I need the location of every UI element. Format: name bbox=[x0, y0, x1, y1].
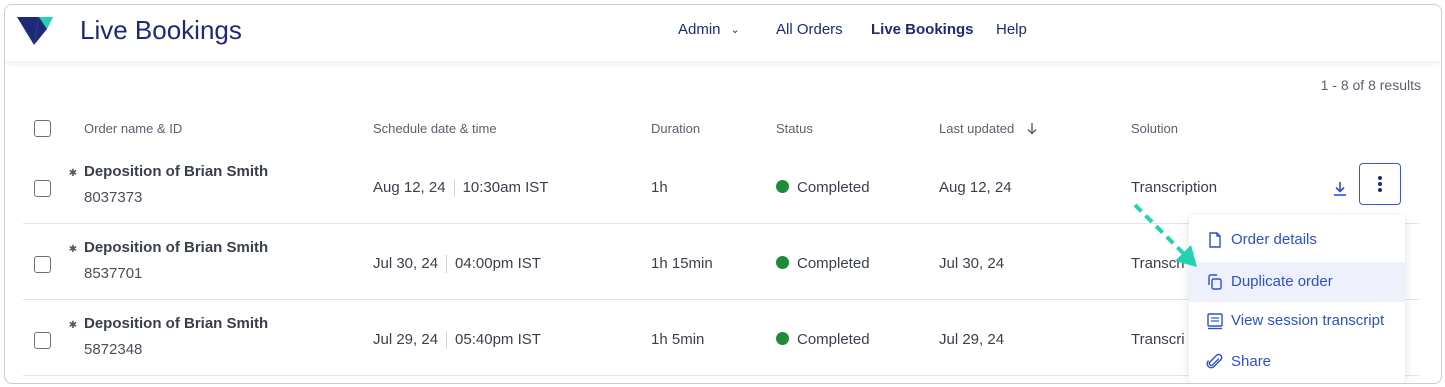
menu-item-duplicate-order[interactable]: Duplicate order bbox=[1189, 262, 1405, 302]
column-header-schedule[interactable]: Schedule date & time bbox=[373, 121, 497, 136]
schedule-cell: Jul 30, 24 04:00pm IST bbox=[373, 255, 541, 274]
row-checkbox[interactable] bbox=[34, 180, 51, 197]
order-name-cell: ✱ Deposition of Brian Smith bbox=[65, 239, 268, 256]
menu-item-label: Share bbox=[1231, 353, 1272, 370]
row-checkbox[interactable] bbox=[34, 332, 51, 349]
column-header-duration[interactable]: Duration bbox=[651, 121, 700, 136]
schedule-date: Jul 29, 24 bbox=[373, 331, 439, 348]
status-label: Completed bbox=[797, 255, 870, 272]
nav-all-orders[interactable]: All Orders bbox=[776, 19, 843, 41]
order-name-cell: ✱ Deposition of Brian Smith bbox=[65, 163, 268, 180]
nav-live-bookings[interactable]: Live Bookings bbox=[871, 19, 974, 41]
menu-item-label: View session transcript bbox=[1231, 312, 1385, 329]
divider bbox=[446, 255, 448, 274]
order-name[interactable]: Deposition of Brian Smith bbox=[84, 239, 268, 256]
column-header-solution[interactable]: Solution bbox=[1131, 121, 1178, 136]
brand-logo[interactable] bbox=[17, 15, 55, 47]
nav-admin[interactable]: Admin ⌄ bbox=[678, 19, 740, 41]
schedule-cell: Aug 12, 24 10:30am IST bbox=[373, 179, 549, 198]
live-session-icon: ✱ bbox=[68, 168, 78, 179]
menu-item-view-session-transcript[interactable]: View session transcript bbox=[1189, 301, 1405, 341]
order-name[interactable]: Deposition of Brian Smith bbox=[84, 163, 268, 180]
schedule-time: 05:40pm IST bbox=[455, 331, 541, 348]
kebab-dot bbox=[1378, 188, 1382, 192]
duration: 1h 5min bbox=[651, 331, 705, 348]
live-session-icon: ✱ bbox=[68, 320, 78, 331]
schedule-cell: Jul 29, 24 05:40pm IST bbox=[373, 331, 541, 350]
last-updated: Aug 12, 24 bbox=[939, 179, 1012, 196]
order-id: 8037373 bbox=[84, 189, 143, 206]
schedule-date: Jul 30, 24 bbox=[373, 255, 439, 272]
status-label: Completed bbox=[797, 331, 870, 348]
last-updated: Jul 30, 24 bbox=[939, 255, 1005, 272]
menu-item-share[interactable]: Share bbox=[1189, 342, 1405, 382]
column-header-last-updated-label: Last updated bbox=[939, 121, 1015, 136]
column-header-last-updated[interactable]: Last updated bbox=[939, 121, 1038, 136]
nav-admin-label: Admin bbox=[678, 21, 721, 38]
app-window: Live Bookings Admin ⌄ All Orders Live Boo… bbox=[4, 4, 1442, 384]
schedule-date: Aug 12, 24 bbox=[373, 179, 446, 196]
kebab-dot bbox=[1378, 182, 1382, 186]
menu-item-order-details[interactable]: Order details bbox=[1189, 220, 1405, 260]
row-checkbox[interactable] bbox=[34, 256, 51, 273]
status-dot-icon bbox=[776, 332, 789, 345]
arrow-down-icon[interactable] bbox=[1026, 122, 1038, 135]
column-header-order[interactable]: Order name & ID bbox=[84, 121, 182, 136]
status-dot-icon bbox=[776, 180, 789, 193]
paperclip-icon bbox=[1206, 353, 1223, 369]
divider bbox=[453, 179, 455, 198]
results-count: 1 - 8 of 8 results bbox=[1320, 77, 1421, 93]
copy-icon bbox=[1208, 274, 1222, 290]
duration: 1h 15min bbox=[651, 255, 713, 272]
status-badge: Completed bbox=[776, 255, 870, 272]
status-badge: Completed bbox=[776, 331, 870, 348]
status-badge: Completed bbox=[776, 179, 870, 196]
last-updated: Jul 29, 24 bbox=[939, 331, 1005, 348]
select-all-checkbox[interactable] bbox=[34, 120, 51, 137]
duration: 1h bbox=[651, 179, 668, 196]
order-id: 5872348 bbox=[84, 341, 143, 358]
chevron-down-icon: ⌄ bbox=[730, 24, 740, 37]
nav-help[interactable]: Help bbox=[996, 19, 1027, 41]
order-name[interactable]: Deposition of Brian Smith bbox=[84, 315, 268, 332]
column-header-status[interactable]: Status bbox=[776, 121, 813, 136]
page-title: Live Bookings bbox=[80, 15, 242, 45]
solution: Transcription bbox=[1131, 179, 1218, 196]
top-header: Live Bookings Admin ⌄ All Orders Live Boo… bbox=[5, 5, 1441, 61]
row-actions-menu: Order details Duplicate order View sessi… bbox=[1189, 215, 1405, 383]
row-actions-button[interactable] bbox=[1359, 163, 1401, 205]
menu-item-label: Duplicate order bbox=[1231, 273, 1333, 290]
order-name-cell: ✱ Deposition of Brian Smith bbox=[65, 315, 268, 332]
status-dot-icon bbox=[776, 256, 789, 269]
transcript-icon bbox=[1207, 313, 1223, 330]
live-session-icon: ✱ bbox=[68, 244, 78, 255]
schedule-time: 10:30am IST bbox=[462, 179, 549, 196]
order-id: 8537701 bbox=[84, 265, 143, 282]
status-label: Completed bbox=[797, 179, 870, 196]
annotation-arrow-icon bbox=[1133, 203, 1197, 267]
kebab-dot bbox=[1378, 176, 1382, 180]
divider bbox=[446, 331, 448, 350]
schedule-time: 04:00pm IST bbox=[455, 255, 541, 272]
download-icon[interactable] bbox=[1330, 179, 1350, 199]
menu-item-label: Order details bbox=[1231, 231, 1317, 248]
solution: Transcri bbox=[1131, 331, 1185, 348]
